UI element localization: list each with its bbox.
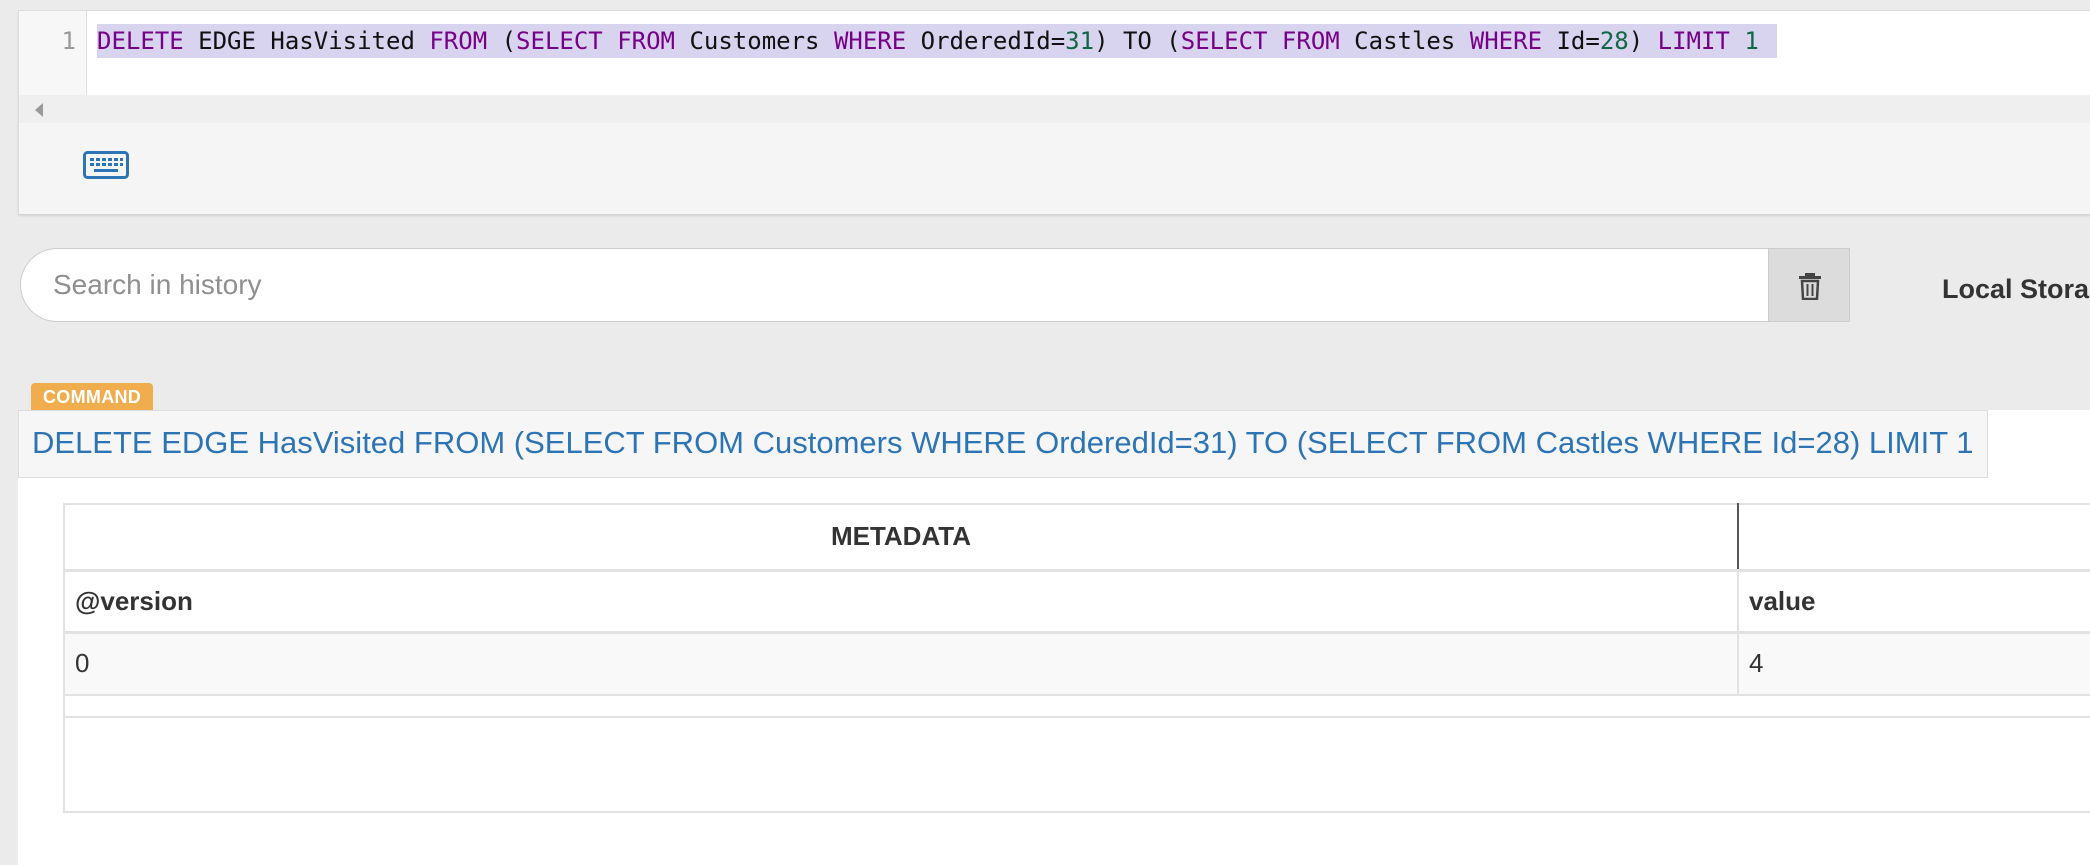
code-token-kw: DELETE [97, 27, 184, 55]
horizontal-scrollbar[interactable] [19, 95, 2090, 123]
code-area[interactable]: 1 DELETE EDGE HasVisited FROM (SELECT FR… [19, 11, 2090, 95]
code-token-plain: Castles [1339, 27, 1470, 55]
code-token-kw: LIMIT [1657, 27, 1730, 55]
metadata-table: METADATA @version value 0 4 [63, 503, 2090, 813]
code-token-plain: Customers [675, 27, 834, 55]
code-token-plain: ) TO ( [1094, 27, 1181, 55]
code-token-plain: ) [1628, 27, 1658, 55]
code-token-num: 31 [1065, 27, 1095, 55]
code-token-kw: FROM [617, 27, 675, 55]
code-token-num: 28 [1599, 27, 1629, 55]
trash-icon [1799, 273, 1821, 300]
query-editor: 1 DELETE EDGE HasVisited FROM (SELECT FR… [18, 10, 2090, 214]
code-token-kw: WHERE [833, 27, 907, 55]
table-spacer-row [64, 695, 2090, 718]
code-token-num: 1 [1744, 27, 1759, 55]
command-text-link[interactable]: DELETE EDGE HasVisited FROM (SELECT FROM… [18, 410, 1989, 478]
page: 1 DELETE EDGE HasVisited FROM (SELECT FR… [0, 0, 2090, 865]
column-header-value[interactable]: value [1738, 570, 2090, 634]
query-code-line[interactable]: DELETE EDGE HasVisited FROM (SELECT FROM… [97, 24, 1777, 58]
command-badge: COMMAND [31, 383, 154, 410]
line-number: 1 [61, 27, 76, 55]
code-token-kw: SELECT [516, 27, 603, 55]
history-search-input[interactable] [20, 248, 1768, 322]
code-token-plain: EDGE HasVisited [183, 27, 430, 55]
code-token-kw: FROM [429, 27, 488, 55]
code-token-plain: OrderedId= [906, 27, 1066, 55]
code-token-kw: SELECT [1180, 27, 1268, 55]
column-header-version[interactable]: @version [64, 570, 1739, 634]
scroll-left-icon[interactable] [35, 103, 43, 117]
keyboard-icon[interactable] [83, 149, 129, 181]
cell-value: 4 [1738, 632, 2090, 696]
table-column-header-row: @version value [64, 570, 2090, 634]
metadata-header: METADATA [64, 504, 1739, 572]
group-header-2 [1738, 504, 2090, 572]
code-token-plain: ( [487, 27, 517, 55]
history-search [20, 248, 1850, 322]
result-panel: DELETE EDGE HasVisited FROM (SELECT FROM… [18, 410, 2090, 865]
local-storage-label[interactable]: Local Stora [1942, 274, 2089, 305]
clear-history-button[interactable] [1768, 248, 1850, 322]
table-row: 0 4 [64, 632, 2090, 696]
line-gutter: 1 [19, 11, 87, 95]
cell-version: 0 [64, 632, 1739, 696]
code-token-kw: WHERE [1469, 27, 1543, 55]
code-token-plain: Id= [1542, 27, 1600, 55]
table-empty-area [64, 717, 2090, 813]
table-group-header-row: METADATA [64, 504, 2090, 572]
code-token-kw: FROM [1281, 27, 1340, 55]
